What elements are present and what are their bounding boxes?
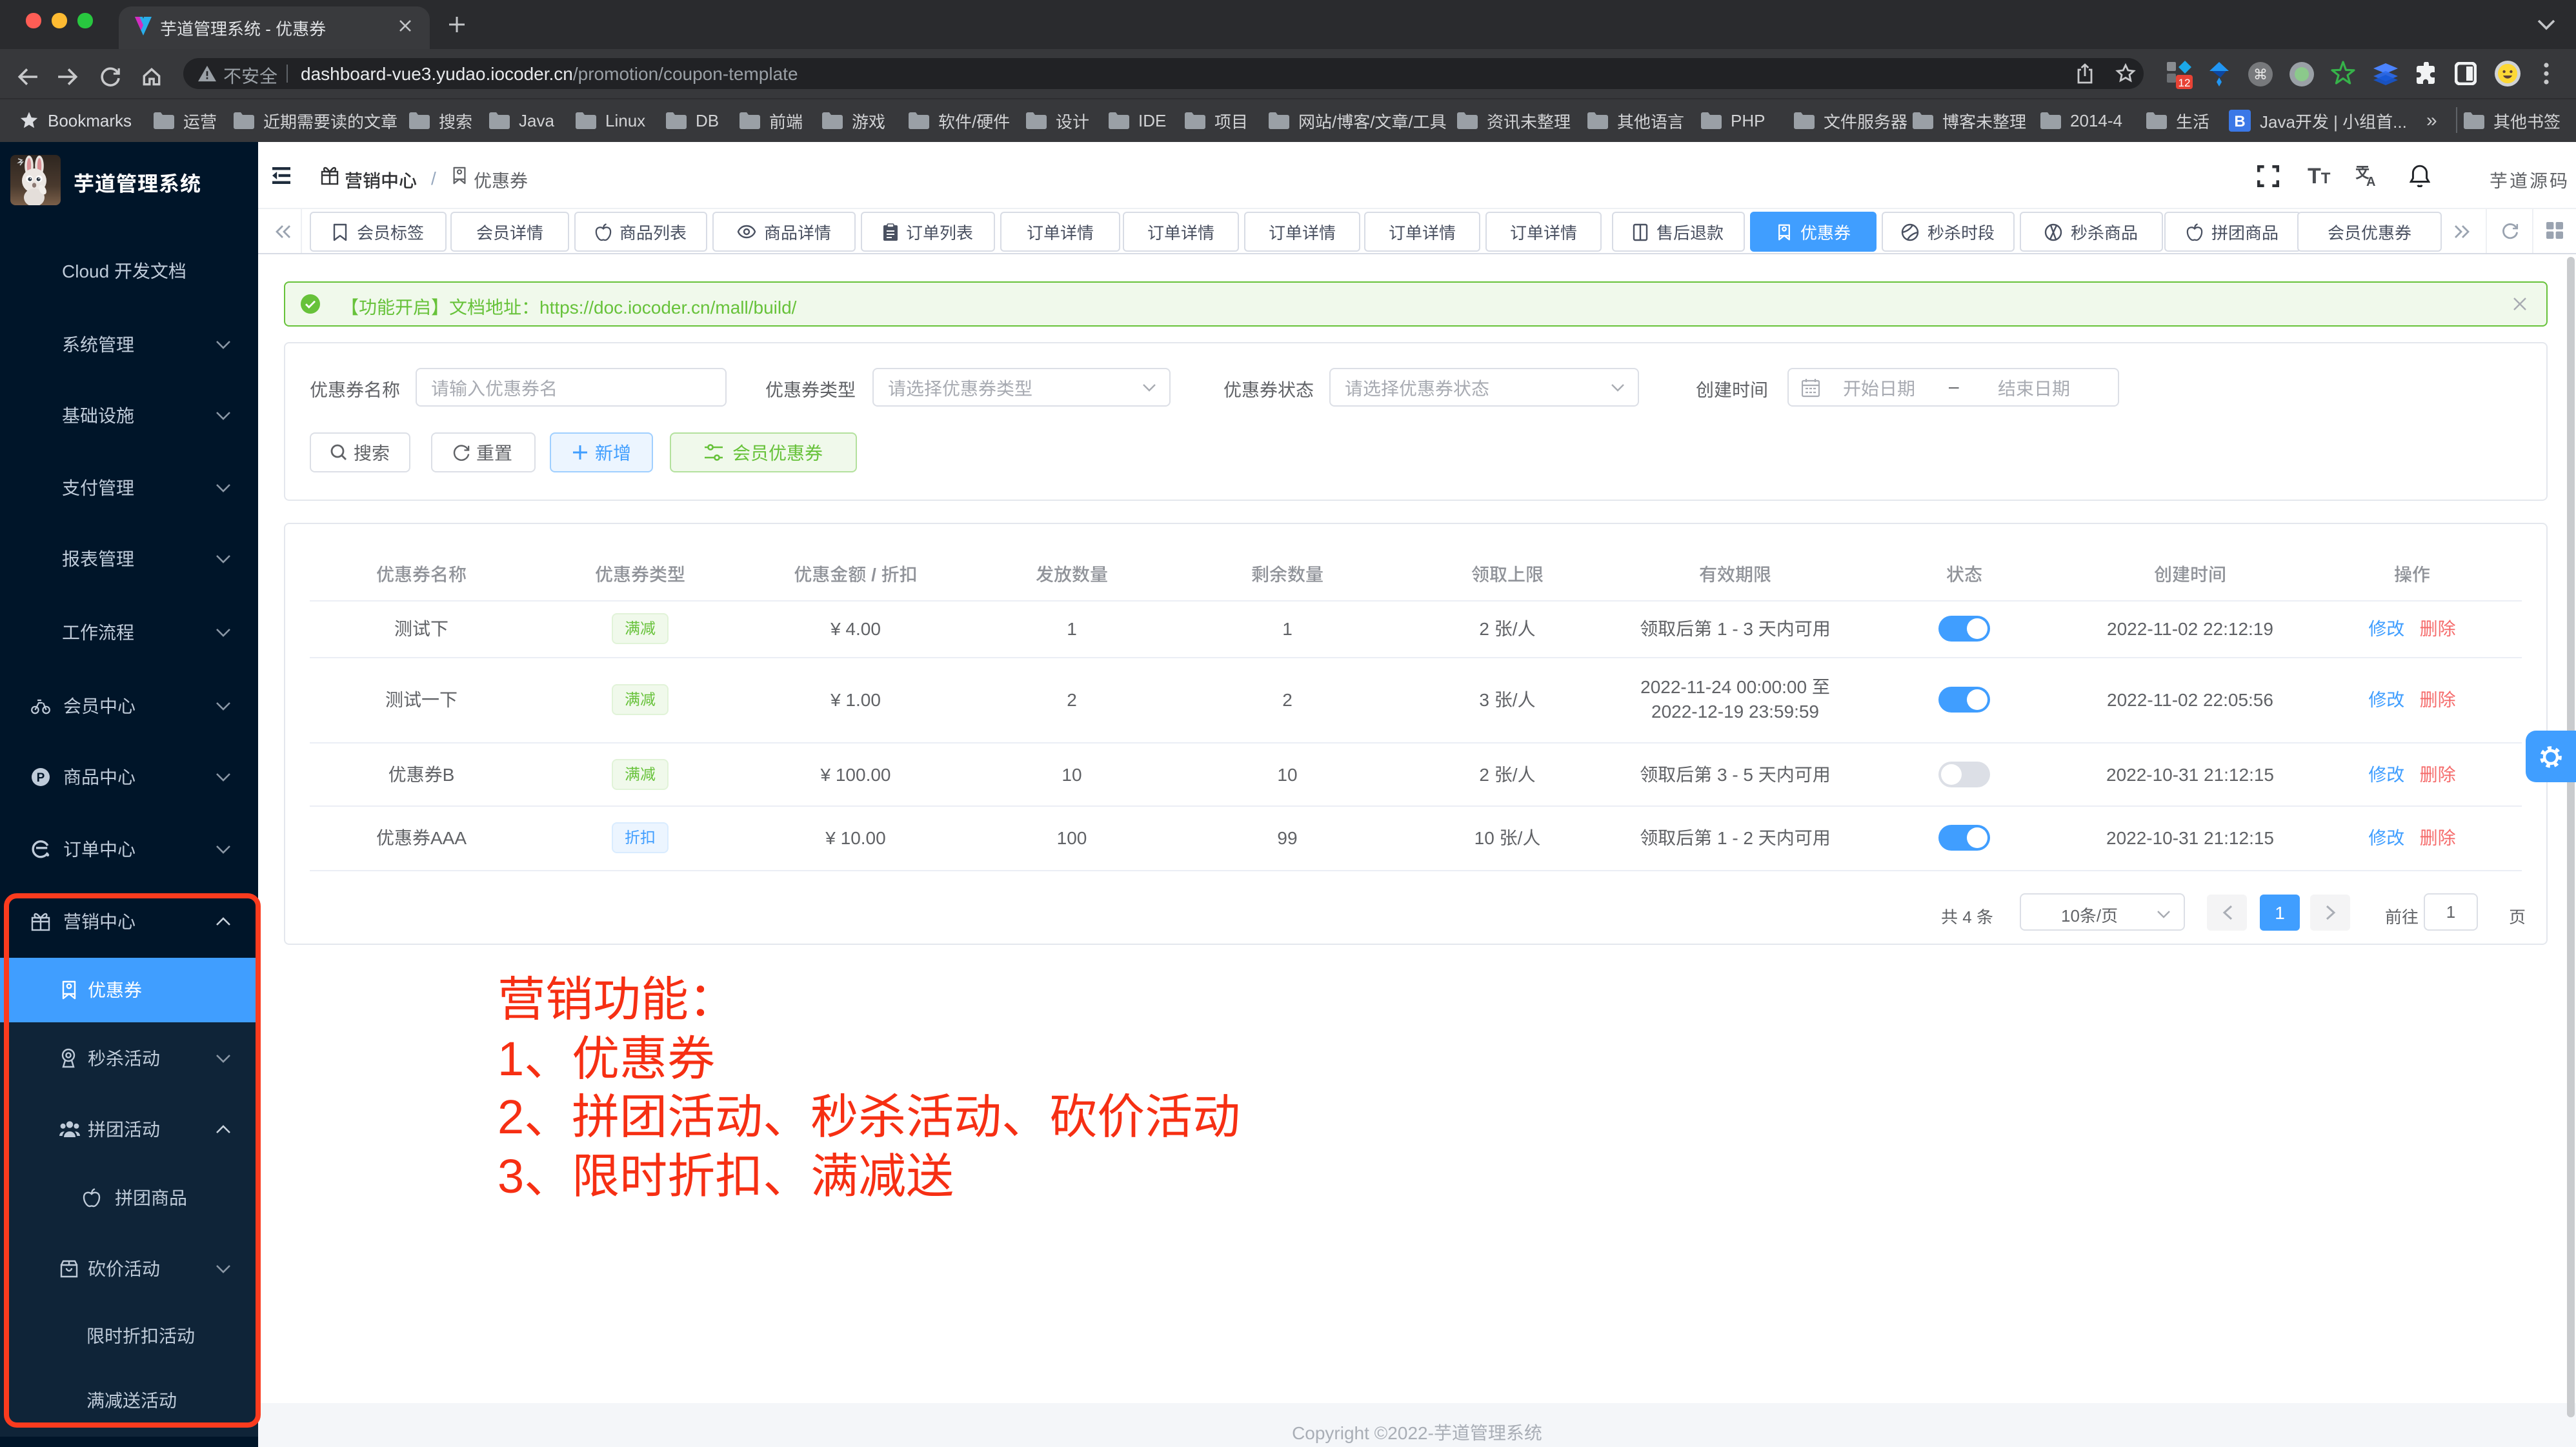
svg-text:P: P <box>37 771 45 785</box>
svg-text:B: B <box>2234 112 2245 130</box>
svg-text:A: A <box>2366 175 2375 187</box>
svg-text:⌘: ⌘ <box>2253 66 2268 83</box>
svg-text:12: 12 <box>2179 77 2191 89</box>
